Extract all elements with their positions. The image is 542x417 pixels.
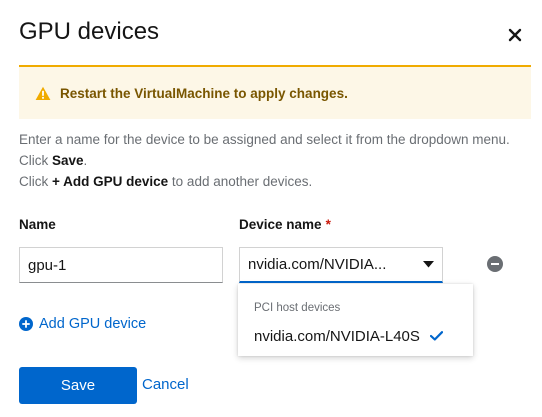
menu-group-label: PCI host devices xyxy=(254,302,341,314)
help-line-2: Click Save. xyxy=(19,150,534,171)
device-name-label: Device name * xyxy=(239,217,331,232)
warning-alert: Restart the VirtualMachine to apply chan… xyxy=(19,65,531,119)
warning-icon xyxy=(35,85,51,101)
help-line-2-prefix: Click xyxy=(19,153,52,168)
help-line-2-suffix: . xyxy=(83,153,88,168)
required-marker: * xyxy=(325,217,331,232)
check-icon xyxy=(429,329,444,343)
help-line-3-suffix: to add another devices. xyxy=(168,174,313,189)
help-line-2-bold: Save xyxy=(52,153,84,168)
plus-circle-icon xyxy=(19,317,33,331)
help-line-3: Click + Add GPU device to add another de… xyxy=(19,171,534,192)
device-name-label-text: Device name xyxy=(239,217,322,232)
menu-item-nvidia-l40s[interactable]: nvidia.com/NVIDIA-L40S xyxy=(238,320,473,352)
close-icon xyxy=(508,28,522,42)
add-gpu-device-button[interactable]: Add GPU device xyxy=(19,316,146,332)
modal-title: GPU devices xyxy=(19,18,160,45)
device-name-input[interactable] xyxy=(19,247,223,283)
close-button[interactable] xyxy=(505,25,525,45)
help-line-3-prefix: Click xyxy=(19,174,52,189)
menu-item-label: nvidia.com/NVIDIA-L40S xyxy=(254,327,420,345)
save-button[interactable]: Save xyxy=(19,367,137,404)
help-line-3-bold: + Add GPU device xyxy=(52,174,169,189)
caret-down-icon xyxy=(422,259,434,271)
cancel-button[interactable]: Cancel xyxy=(142,376,189,393)
device-select[interactable]: nvidia.com/NVIDIA... xyxy=(239,247,443,283)
minus-circle-icon xyxy=(487,256,503,272)
name-label: Name xyxy=(19,217,56,232)
add-gpu-device-label: Add GPU device xyxy=(39,316,147,332)
device-select-value: nvidia.com/NVIDIA... xyxy=(248,256,387,273)
device-dropdown-menu: PCI host devices nvidia.com/NVIDIA-L40S xyxy=(238,284,473,356)
help-text: Enter a name for the device to be assign… xyxy=(19,129,534,192)
alert-text: Restart the VirtualMachine to apply chan… xyxy=(60,85,348,101)
remove-device-button[interactable] xyxy=(487,256,503,272)
help-line-1: Enter a name for the device to be assign… xyxy=(19,132,510,147)
